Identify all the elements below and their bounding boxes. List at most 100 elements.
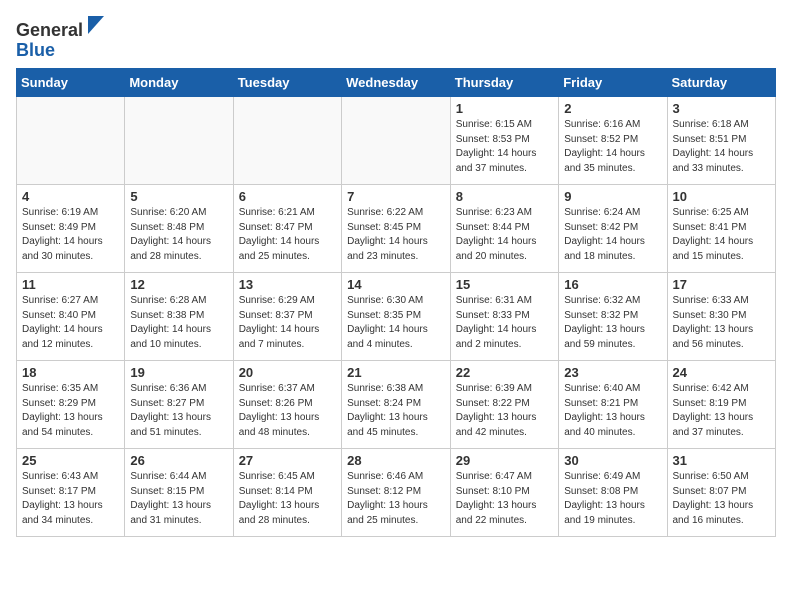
day-info: Sunrise: 6:45 AM Sunset: 8:14 PM Dayligh… [239,470,336,528]
calendar-day-cell: 23 Sunrise: 6:40 AM Sunset: 8:21 PM Dayli… [559,361,667,449]
calendar-day-cell: 13 Sunrise: 6:29 AM Sunset: 8:37 PM Dayli… [233,273,341,361]
calendar-weekday-header: Monday [125,69,233,97]
calendar-day-cell: 18 Sunrise: 6:35 AM Sunset: 8:29 PM Dayli… [17,361,125,449]
day-info: Sunrise: 6:28 AM Sunset: 8:38 PM Dayligh… [130,294,227,352]
day-number: 16 [564,277,661,292]
day-number: 9 [564,189,661,204]
calendar-day-cell: 12 Sunrise: 6:28 AM Sunset: 8:38 PM Dayli… [125,273,233,361]
day-info: Sunrise: 6:50 AM Sunset: 8:07 PM Dayligh… [673,470,771,528]
day-number: 1 [456,101,553,116]
day-info: Sunrise: 6:33 AM Sunset: 8:30 PM Dayligh… [673,294,771,352]
svg-text:General: General [16,20,83,40]
calendar-day-cell: 10 Sunrise: 6:25 AM Sunset: 8:41 PM Dayli… [667,185,776,273]
day-info: Sunrise: 6:49 AM Sunset: 8:08 PM Dayligh… [564,470,661,528]
calendar-day-cell [125,97,233,185]
day-number: 20 [239,365,336,380]
day-info: Sunrise: 6:25 AM Sunset: 8:41 PM Dayligh… [673,206,771,264]
calendar-day-cell: 17 Sunrise: 6:33 AM Sunset: 8:30 PM Dayli… [667,273,776,361]
calendar-week-row: 18 Sunrise: 6:35 AM Sunset: 8:29 PM Dayli… [17,361,776,449]
calendar-day-cell: 29Sunrise: 6:47 AM Sunset: 8:10 PM Dayli… [450,449,558,537]
day-info: Sunrise: 6:22 AM Sunset: 8:45 PM Dayligh… [347,206,445,264]
logo-svg: GeneralBlue [16,16,106,60]
calendar-week-row: 25Sunrise: 6:43 AM Sunset: 8:17 PM Dayli… [17,449,776,537]
calendar-day-cell: 24Sunrise: 6:42 AM Sunset: 8:19 PM Dayli… [667,361,776,449]
calendar-day-cell: 8 Sunrise: 6:23 AM Sunset: 8:44 PM Daylig… [450,185,558,273]
day-number: 10 [673,189,771,204]
calendar-weekday-header: Friday [559,69,667,97]
calendar-day-cell: 11 Sunrise: 6:27 AM Sunset: 8:40 PM Dayli… [17,273,125,361]
calendar-day-cell: 7 Sunrise: 6:22 AM Sunset: 8:45 PM Daylig… [342,185,451,273]
day-number: 31 [673,453,771,468]
calendar-weekday-header: Tuesday [233,69,341,97]
day-number: 14 [347,277,445,292]
day-info: Sunrise: 6:38 AM Sunset: 8:24 PM Dayligh… [347,382,445,440]
day-info: Sunrise: 6:27 AM Sunset: 8:40 PM Dayligh… [22,294,119,352]
day-info: Sunrise: 6:20 AM Sunset: 8:48 PM Dayligh… [130,206,227,264]
calendar-day-cell: 4 Sunrise: 6:19 AM Sunset: 8:49 PM Daylig… [17,185,125,273]
calendar-week-row: 4 Sunrise: 6:19 AM Sunset: 8:49 PM Daylig… [17,185,776,273]
day-number: 2 [564,101,661,116]
day-info: Sunrise: 6:18 AM Sunset: 8:51 PM Dayligh… [673,118,771,176]
day-number: 12 [130,277,227,292]
calendar-day-cell: 3 Sunrise: 6:18 AM Sunset: 8:51 PM Daylig… [667,97,776,185]
day-number: 13 [239,277,336,292]
calendar-day-cell: 20Sunrise: 6:37 AM Sunset: 8:26 PM Dayli… [233,361,341,449]
day-number: 6 [239,189,336,204]
calendar-weekday-header: Wednesday [342,69,451,97]
day-info: Sunrise: 6:46 AM Sunset: 8:12 PM Dayligh… [347,470,445,528]
day-number: 18 [22,365,119,380]
day-number: 21 [347,365,445,380]
day-number: 28 [347,453,445,468]
calendar-week-row: 1 Sunrise: 6:15 AM Sunset: 8:53 PM Daylig… [17,97,776,185]
day-number: 3 [673,101,771,116]
day-info: Sunrise: 6:47 AM Sunset: 8:10 PM Dayligh… [456,470,553,528]
calendar-day-cell: 26Sunrise: 6:44 AM Sunset: 8:15 PM Dayli… [125,449,233,537]
day-info: Sunrise: 6:35 AM Sunset: 8:29 PM Dayligh… [22,382,119,440]
day-info: Sunrise: 6:15 AM Sunset: 8:53 PM Dayligh… [456,118,553,176]
day-info: Sunrise: 6:40 AM Sunset: 8:21 PM Dayligh… [564,382,661,440]
calendar-day-cell: 25Sunrise: 6:43 AM Sunset: 8:17 PM Dayli… [17,449,125,537]
calendar-day-cell: 28 Sunrise: 6:46 AM Sunset: 8:12 PM Dayli… [342,449,451,537]
day-info: Sunrise: 6:23 AM Sunset: 8:44 PM Dayligh… [456,206,553,264]
calendar-day-cell: 16 Sunrise: 6:32 AM Sunset: 8:32 PM Dayli… [559,273,667,361]
day-number: 7 [347,189,445,204]
day-info: Sunrise: 6:32 AM Sunset: 8:32 PM Dayligh… [564,294,661,352]
day-info: Sunrise: 6:16 AM Sunset: 8:52 PM Dayligh… [564,118,661,176]
day-info: Sunrise: 6:39 AM Sunset: 8:22 PM Dayligh… [456,382,553,440]
day-info: Sunrise: 6:31 AM Sunset: 8:33 PM Dayligh… [456,294,553,352]
day-number: 17 [673,277,771,292]
day-info: Sunrise: 6:21 AM Sunset: 8:47 PM Dayligh… [239,206,336,264]
day-number: 19 [130,365,227,380]
header: GeneralBlue [16,16,776,60]
day-number: 15 [456,277,553,292]
day-number: 24 [673,365,771,380]
day-number: 4 [22,189,119,204]
day-number: 27 [239,453,336,468]
calendar-day-cell: 21 Sunrise: 6:38 AM Sunset: 8:24 PM Dayli… [342,361,451,449]
day-number: 5 [130,189,227,204]
calendar-day-cell [342,97,451,185]
day-info: Sunrise: 6:30 AM Sunset: 8:35 PM Dayligh… [347,294,445,352]
day-number: 11 [22,277,119,292]
day-info: Sunrise: 6:19 AM Sunset: 8:49 PM Dayligh… [22,206,119,264]
day-number: 30 [564,453,661,468]
calendar-day-cell: 31 Sunrise: 6:50 AM Sunset: 8:07 PM Dayli… [667,449,776,537]
calendar-day-cell: 27 Sunrise: 6:45 AM Sunset: 8:14 PM Dayli… [233,449,341,537]
calendar-week-row: 11 Sunrise: 6:27 AM Sunset: 8:40 PM Dayli… [17,273,776,361]
day-number: 8 [456,189,553,204]
day-info: Sunrise: 6:44 AM Sunset: 8:15 PM Dayligh… [130,470,227,528]
calendar-day-cell: 22 Sunrise: 6:39 AM Sunset: 8:22 PM Dayli… [450,361,558,449]
calendar-day-cell: 15 Sunrise: 6:31 AM Sunset: 8:33 PM Dayli… [450,273,558,361]
day-number: 22 [456,365,553,380]
calendar-weekday-header: Saturday [667,69,776,97]
calendar-weekday-header: Thursday [450,69,558,97]
day-info: Sunrise: 6:29 AM Sunset: 8:37 PM Dayligh… [239,294,336,352]
day-info: Sunrise: 6:24 AM Sunset: 8:42 PM Dayligh… [564,206,661,264]
calendar-weekday-header: Sunday [17,69,125,97]
calendar-day-cell: 19Sunrise: 6:36 AM Sunset: 8:27 PM Dayli… [125,361,233,449]
calendar-day-cell: 1 Sunrise: 6:15 AM Sunset: 8:53 PM Daylig… [450,97,558,185]
calendar-table: SundayMondayTuesdayWednesdayThursdayFrid… [16,68,776,537]
day-number: 23 [564,365,661,380]
calendar-day-cell: 5 Sunrise: 6:20 AM Sunset: 8:48 PM Daylig… [125,185,233,273]
logo: GeneralBlue [16,16,106,60]
